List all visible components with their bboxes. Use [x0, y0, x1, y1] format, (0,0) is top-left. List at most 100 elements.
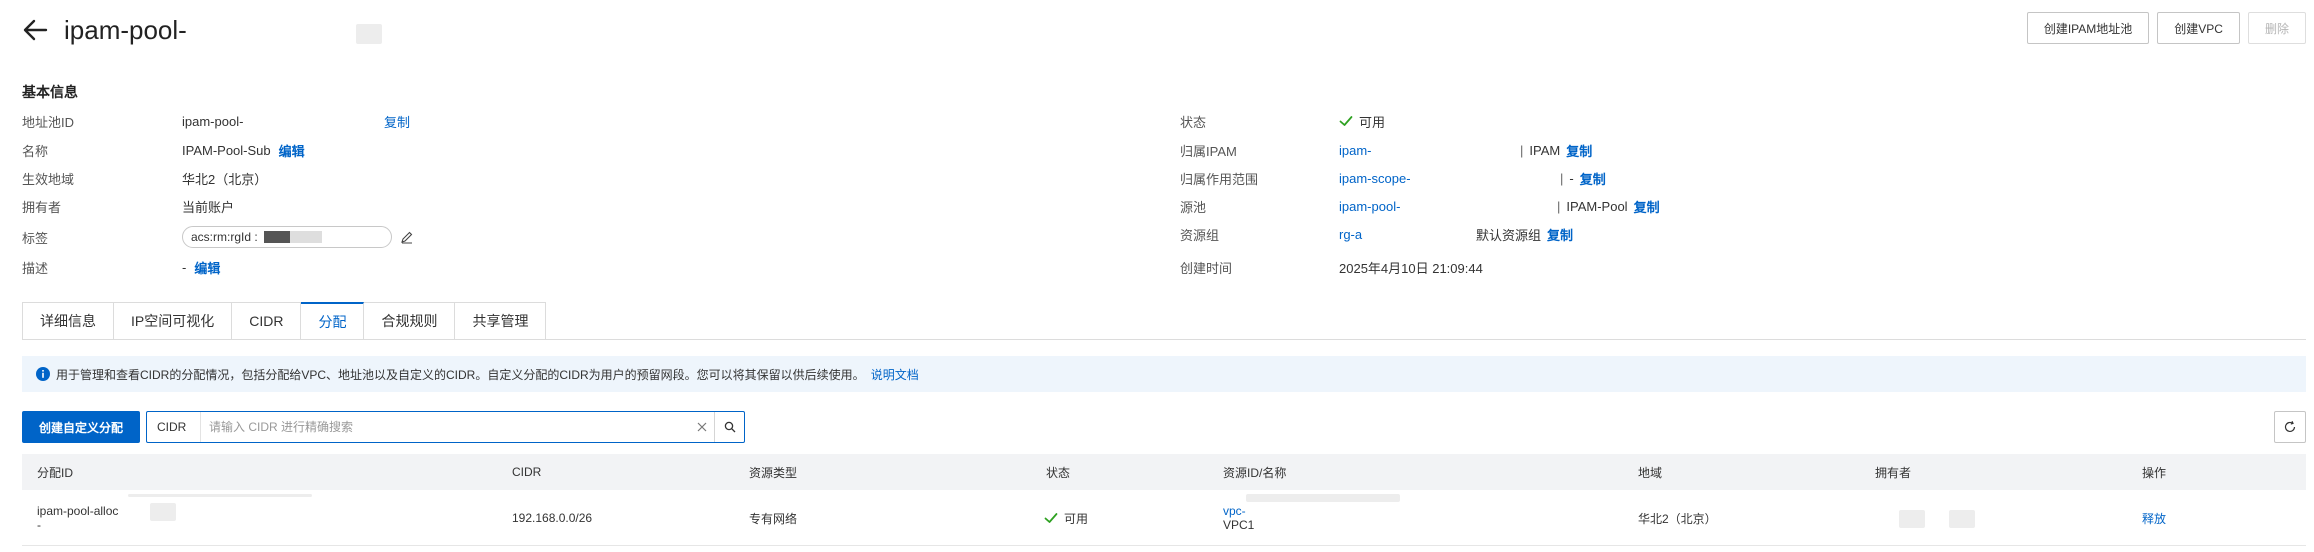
copy-pool-id-link[interactable]: 复制	[384, 112, 410, 131]
region-value: 华北2（北京）	[182, 171, 268, 187]
info-label: 归属IPAM	[1180, 143, 1237, 159]
copy-scope-link[interactable]: 复制	[1580, 169, 1606, 188]
status-badge: 可用	[1044, 510, 1088, 527]
info-label: 拥有者	[22, 199, 62, 215]
info-row-tags: 标签 acs:rm:rgId :	[22, 225, 1122, 249]
created-time-value: 2025年4月10日 21:09:44	[1339, 260, 1483, 276]
column-header: 资源类型	[749, 465, 798, 480]
info-row-created-time: 创建时间 2025年4月10日 21:09:44	[1180, 257, 2280, 277]
copy-ipam-link[interactable]: 复制	[1566, 141, 1592, 160]
scope-link[interactable]: ipam-scope-	[1339, 171, 1411, 186]
search-input[interactable]	[201, 412, 690, 442]
edit-description-link[interactable]: 编辑	[194, 258, 220, 277]
info-label: 状态	[1180, 114, 1207, 130]
info-label: 源池	[1180, 199, 1207, 215]
docs-link[interactable]: 说明文档	[871, 366, 919, 383]
tab-sharing[interactable]: 共享管理	[455, 302, 547, 340]
ipam-link[interactable]: ipam-	[1339, 143, 1372, 158]
search-icon[interactable]	[714, 412, 744, 442]
redacted-block	[1246, 494, 1400, 502]
info-row-source-pool: 源池 ipam-pool- | IPAM-Pool 复制	[1180, 197, 1660, 216]
table-header: 分配ID CIDR 资源类型 状态 资源ID/名称 地域 拥有者 操作	[22, 454, 2306, 490]
info-label: 名称	[22, 143, 49, 159]
column-header: 状态	[1046, 465, 1071, 480]
resource-type-cell: 专有网络	[749, 511, 798, 526]
column-header: 操作	[2142, 465, 2167, 480]
edit-tag-icon[interactable]	[400, 230, 414, 244]
tag-chip: acs:rm:rgId :	[182, 226, 392, 248]
info-notice: 用于管理和查看CIDR的分配情况，包括分配给VPC、地址池以及自定义的CIDR。…	[22, 356, 2306, 392]
column-header: 分配ID	[37, 465, 74, 480]
notice-text: 用于管理和查看CIDR的分配情况，包括分配给VPC、地址池以及自定义的CIDR。…	[56, 367, 865, 382]
copy-resource-group-link[interactable]: 复制	[1547, 225, 1573, 244]
clear-icon[interactable]	[690, 415, 714, 439]
status-value: 可用	[1359, 114, 1386, 130]
basic-info-title: 基本信息	[22, 84, 78, 100]
redacted-block	[150, 503, 176, 521]
table-row: ipam-pool-alloc - 192.168.0.0/26 专有网络 可用…	[22, 490, 2306, 546]
ipam-name: IPAM	[1529, 142, 1561, 158]
page-header: ipam-pool-	[22, 10, 187, 50]
edit-name-link[interactable]: 编辑	[279, 141, 305, 160]
info-row-name: 名称 IPAM-Pool-Sub 编辑	[22, 140, 1122, 160]
redacted-block	[128, 494, 312, 497]
pool-id-value: ipam-pool-	[182, 113, 244, 129]
tab-cidr[interactable]: CIDR	[232, 302, 302, 340]
info-row-resource-group: 资源组 rg-a 默认资源组 复制	[1180, 224, 2280, 244]
column-header: 资源ID/名称	[1223, 465, 1287, 480]
source-pool-link[interactable]: ipam-pool-	[1339, 199, 1400, 214]
column-header: 拥有者	[1875, 465, 1912, 480]
refresh-button[interactable]	[2274, 411, 2306, 443]
check-icon	[1339, 116, 1353, 126]
create-custom-allocation-button[interactable]: 创建自定义分配	[22, 411, 141, 443]
info-label: 创建时间	[1180, 260, 1233, 276]
info-icon	[36, 367, 50, 381]
allocation-id-line2: -	[37, 518, 41, 532]
tab-ip-visualization[interactable]: IP空间可视化	[114, 302, 233, 340]
info-row-owner: 拥有者 当前账户	[22, 196, 1122, 216]
info-label: 资源组	[1180, 227, 1220, 243]
delete-button[interactable]: 删除	[2247, 12, 2306, 44]
tag-key: acs:rm:rgId :	[191, 230, 258, 244]
search-field-select[interactable]: CIDR	[147, 412, 201, 442]
source-pool-name: IPAM-Pool	[1566, 198, 1628, 214]
info-label: 地址池ID	[22, 114, 75, 130]
redacted-block	[1949, 510, 1975, 528]
table-toolbar: 创建自定义分配 CIDR	[22, 411, 2306, 443]
scope-name: -	[1569, 170, 1574, 186]
region-cell: 华北2（北京）	[1638, 511, 1717, 526]
info-label: 描述	[22, 260, 49, 276]
cidr-cell: 192.168.0.0/26	[512, 511, 593, 525]
resource-id-link[interactable]: vpc-	[1223, 504, 1254, 518]
info-label: 生效地域	[22, 171, 75, 187]
back-arrow-icon[interactable]	[22, 17, 48, 43]
info-row-description: 描述 - 编辑	[22, 257, 1122, 277]
redacted-block	[356, 24, 382, 44]
resource-group-name: 默认资源组	[1476, 227, 1542, 243]
tab-details[interactable]: 详细信息	[22, 302, 114, 340]
description-value: -	[182, 259, 187, 275]
tab-allocation[interactable]: 分配	[301, 302, 365, 340]
info-row-pool-id: 地址池ID ipam-pool- 复制	[22, 111, 1122, 131]
check-icon	[1044, 513, 1058, 523]
create-vpc-button[interactable]: 创建VPC	[2157, 12, 2240, 44]
release-link[interactable]: 释放	[2142, 510, 2166, 527]
redacted-block	[289, 231, 322, 243]
name-value: IPAM-Pool-Sub	[182, 142, 271, 158]
column-header: 地域	[1638, 465, 1663, 480]
resource-name: VPC1	[1223, 518, 1255, 532]
info-row-status: 状态 可用	[1180, 111, 2280, 131]
top-actions: 创建IPAM地址池 创建VPC 删除	[2026, 12, 2306, 44]
info-row-region: 生效地域 华北2（北京）	[22, 168, 1122, 188]
resource-group-link[interactable]: rg-a	[1339, 227, 1362, 242]
tab-compliance[interactable]: 合规规则	[364, 302, 456, 340]
redacted-block	[263, 231, 290, 243]
info-label: 归属作用范围	[1180, 171, 1259, 187]
copy-source-pool-link[interactable]: 复制	[1634, 197, 1660, 216]
refresh-icon	[2284, 420, 2296, 433]
allocation-table: 分配ID CIDR 资源类型 状态 资源ID/名称 地域 拥有者 操作 ipam…	[22, 454, 2306, 546]
status-text: 可用	[1064, 511, 1089, 526]
tabs-divider	[22, 339, 2306, 340]
page-title: ipam-pool-	[64, 14, 187, 45]
create-ipam-pool-button[interactable]: 创建IPAM地址池	[2026, 12, 2150, 44]
